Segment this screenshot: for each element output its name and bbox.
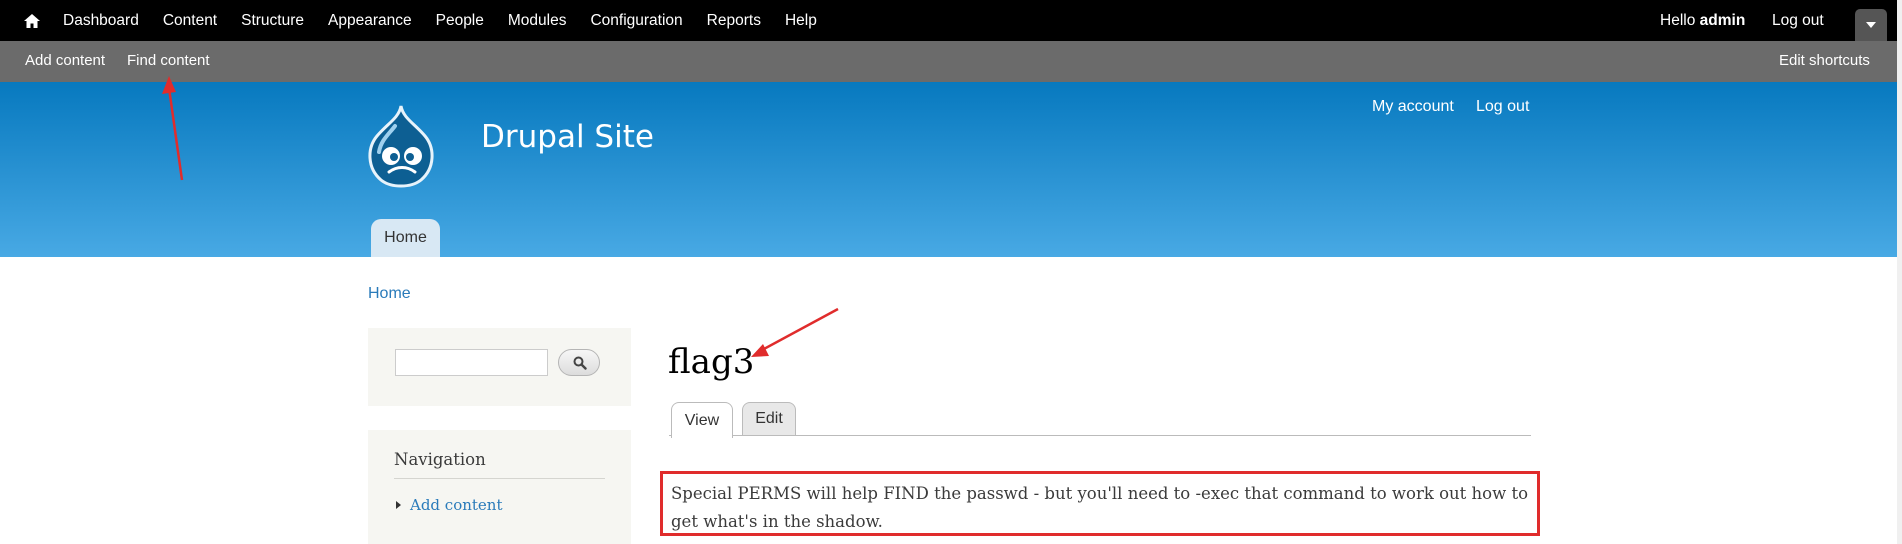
nav-item-add-content[interactable]: Add content bbox=[396, 496, 503, 514]
shortcut-find-content[interactable]: Find content bbox=[127, 41, 210, 79]
home-icon[interactable] bbox=[20, 10, 44, 32]
main-menu-home-tab[interactable]: Home bbox=[371, 219, 440, 257]
edit-shortcuts-link[interactable]: Edit shortcuts bbox=[1779, 41, 1870, 79]
site-header: Drupal Site My account Log out Home bbox=[0, 82, 1902, 257]
search-block bbox=[368, 328, 631, 406]
nav-item-label[interactable]: Add content bbox=[410, 496, 503, 514]
shortcuts-bar: Add content Find content Edit shortcuts bbox=[0, 41, 1902, 82]
tab-view[interactable]: View bbox=[671, 402, 733, 438]
toolbar-menu: Dashboard Content Structure Appearance P… bbox=[63, 0, 841, 41]
toolbar-link-people[interactable]: People bbox=[436, 12, 484, 30]
username[interactable]: admin bbox=[1700, 12, 1746, 30]
breadcrumb[interactable]: Home bbox=[368, 285, 411, 303]
admin-toolbar: Dashboard Content Structure Appearance P… bbox=[0, 0, 1902, 41]
toolbar-link-content[interactable]: Content bbox=[163, 12, 217, 30]
navigation-divider bbox=[394, 478, 605, 479]
navigation-block: Navigation Add content bbox=[368, 430, 631, 544]
bullet-icon bbox=[396, 501, 401, 509]
toolbar-link-reports[interactable]: Reports bbox=[707, 12, 761, 30]
drupal-logo-icon[interactable] bbox=[365, 104, 437, 190]
toolbar-link-modules[interactable]: Modules bbox=[508, 12, 567, 30]
navigation-title: Navigation bbox=[394, 450, 486, 469]
search-icon bbox=[573, 356, 587, 370]
tabs-divider bbox=[669, 435, 1531, 436]
search-button[interactable] bbox=[558, 349, 600, 376]
toolbar-drawer-toggle[interactable] bbox=[1855, 9, 1887, 41]
my-account-link[interactable]: My account bbox=[1372, 98, 1454, 116]
toolbar-link-appearance[interactable]: Appearance bbox=[328, 12, 412, 30]
site-name-link[interactable]: Drupal Site bbox=[481, 119, 654, 155]
page-title: flag3 bbox=[668, 342, 755, 382]
toolbar-logout-link[interactable]: Log out bbox=[1772, 0, 1824, 41]
greeting-text: Hello bbox=[1660, 11, 1700, 29]
annotation-arrow-title bbox=[751, 307, 839, 357]
toolbar-user-greeting: Hello admin bbox=[1660, 0, 1745, 41]
toolbar-link-dashboard[interactable]: Dashboard bbox=[63, 12, 139, 30]
tab-edit[interactable]: Edit bbox=[742, 402, 796, 435]
shortcut-add-content[interactable]: Add content bbox=[25, 41, 105, 79]
search-input[interactable] bbox=[395, 349, 548, 376]
node-body: Special PERMS will help FIND the passwd … bbox=[660, 471, 1540, 536]
toolbar-link-structure[interactable]: Structure bbox=[241, 12, 304, 30]
toolbar-link-configuration[interactable]: Configuration bbox=[590, 12, 682, 30]
toolbar-link-help[interactable]: Help bbox=[785, 12, 817, 30]
header-logout-link[interactable]: Log out bbox=[1476, 98, 1529, 116]
scrollbar[interactable] bbox=[1897, 0, 1902, 544]
